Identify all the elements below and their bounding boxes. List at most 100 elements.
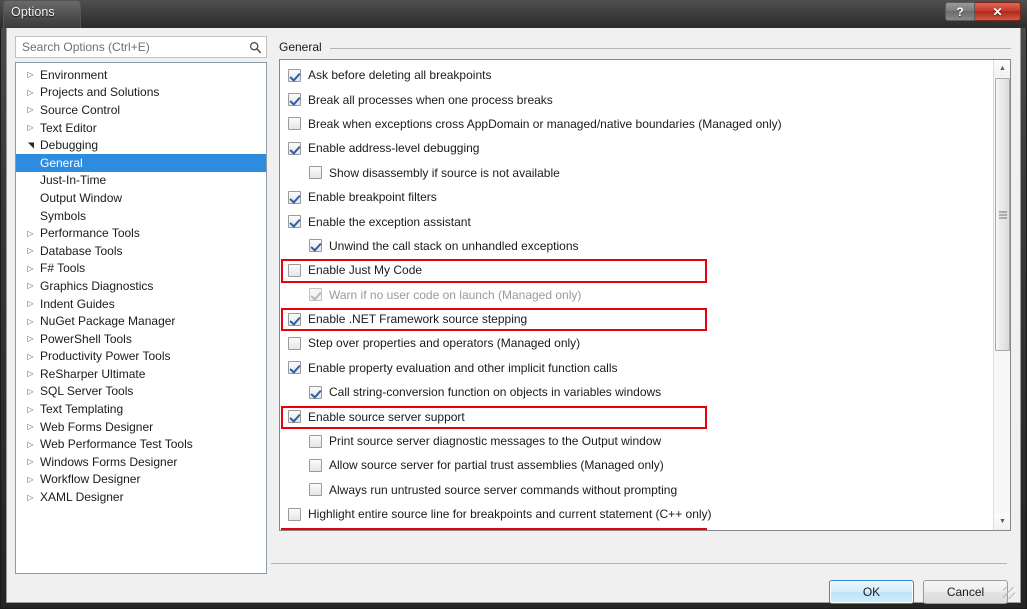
option-row[interactable]: Enable address-level debugging (280, 136, 992, 160)
resize-grip-icon[interactable] (1003, 587, 1015, 599)
tree-expander-collapsed-icon[interactable]: ▷ (24, 352, 37, 361)
sidebar-item-workflow-designer[interactable]: ▷ Workflow Designer (16, 471, 266, 489)
sidebar-item-nuget-package-manager[interactable]: ▷ NuGet Package Manager (16, 312, 266, 330)
option-row[interactable]: Allow source server for partial trust as… (280, 453, 992, 477)
sidebar-item-productivity-power-tools[interactable]: ▷ Productivity Power Tools (16, 348, 266, 366)
sidebar-item-environment[interactable]: ▷ Environment (16, 66, 266, 84)
options-category-tree[interactable]: ▷ Environment ▷ Projects and Solutions ▷ Sour… (15, 62, 267, 574)
option-row[interactable]: Highlight entire source line for breakpo… (280, 502, 992, 526)
checkbox-unchecked-icon[interactable] (309, 434, 322, 448)
checkbox-unchecked-icon[interactable] (309, 483, 322, 497)
tree-expander-expanded-icon[interactable]: ◢ (26, 139, 35, 152)
sidebar-item-powershell-tools[interactable]: ▷ PowerShell Tools (16, 330, 266, 348)
tree-expander-collapsed-icon[interactable]: ▷ (24, 88, 37, 97)
tree-expander-collapsed-icon[interactable]: ▷ (24, 299, 37, 308)
sidebar-item-database-tools[interactable]: ▷ Database Tools (16, 242, 266, 260)
sidebar-item-graphics-diagnostics[interactable]: ▷ Graphics Diagnostics (16, 277, 266, 295)
sidebar-item-indent-guides[interactable]: ▷ Indent Guides (16, 295, 266, 313)
tree-expander-collapsed-icon[interactable]: ▷ (24, 317, 37, 326)
checkbox-checked-icon[interactable] (288, 312, 301, 326)
tree-expander-collapsed-icon[interactable]: ▷ (24, 70, 37, 79)
search-input[interactable]: Search Options (Ctrl+E) (16, 40, 244, 54)
sidebar-item-text-editor[interactable]: ▷ Text Editor (16, 119, 266, 137)
checkbox-unchecked-icon[interactable] (309, 458, 322, 472)
checkbox-checked-icon[interactable] (288, 190, 301, 204)
sidebar-item-projects-and-solutions[interactable]: ▷ Projects and Solutions (16, 84, 266, 102)
sidebar-item-source-control[interactable]: ▷ Source Control (16, 101, 266, 119)
checkbox-checked-icon[interactable] (288, 93, 301, 107)
checkbox-unchecked-icon[interactable] (288, 336, 301, 350)
sidebar-item-just-in-time[interactable]: Just-In-Time (16, 172, 266, 190)
checkbox-checked-icon[interactable] (288, 361, 301, 375)
option-row[interactable]: Enable .NET Framework source stepping (280, 307, 992, 331)
option-row[interactable]: Enable property evaluation and other imp… (280, 356, 992, 380)
tree-expander-collapsed-icon[interactable]: ▷ (24, 229, 37, 238)
options-checkbox-list[interactable]: Ask before deleting all breakpoints Break… (279, 59, 1011, 531)
sidebar-item-performance-tools[interactable]: ▷ Performance Tools (16, 224, 266, 242)
tree-expander-collapsed-icon[interactable]: ▷ (24, 387, 37, 396)
tree-expander-collapsed-icon[interactable]: ▷ (24, 369, 37, 378)
search-options-box[interactable]: Search Options (Ctrl+E) (15, 36, 267, 58)
sidebar-item-web-performance-test-tools[interactable]: ▷ Web Performance Test Tools (16, 435, 266, 453)
option-row[interactable]: Break all processes when one process bre… (280, 87, 992, 111)
tree-expander-collapsed-icon[interactable]: ▷ (24, 334, 37, 343)
tree-expander-collapsed-icon[interactable]: ▷ (24, 457, 37, 466)
help-icon[interactable]: ? (945, 2, 975, 21)
sidebar-item-sql-server-tools[interactable]: ▷ SQL Server Tools (16, 383, 266, 401)
sidebar-item-windows-forms-designer[interactable]: ▷ Windows Forms Designer (16, 453, 266, 471)
option-row[interactable]: Require source files to exactly match th… (280, 526, 992, 530)
tree-expander-collapsed-icon[interactable]: ▷ (24, 493, 37, 502)
option-row[interactable]: Enable the exception assistant (280, 209, 992, 233)
scroll-up-arrow-icon[interactable]: ▲ (994, 60, 1010, 77)
ok-button[interactable]: OK (829, 580, 914, 604)
tree-expander-collapsed-icon[interactable]: ▷ (24, 440, 37, 449)
option-row[interactable]: Ask before deleting all breakpoints (280, 63, 992, 87)
option-row[interactable]: Enable breakpoint filters (280, 185, 992, 209)
checkbox-checked-icon[interactable] (288, 215, 301, 229)
checkbox-unchecked-icon[interactable] (288, 117, 301, 131)
option-row[interactable]: Break when exceptions cross AppDomain or… (280, 112, 992, 136)
close-icon[interactable]: ✕ (975, 2, 1021, 21)
checkbox-unchecked-icon[interactable] (288, 263, 301, 277)
tree-expander-collapsed-icon[interactable]: ▷ (24, 422, 37, 431)
option-row[interactable]: Always run untrusted source server comma… (280, 478, 992, 502)
sidebar-item-symbols[interactable]: Symbols (16, 207, 266, 225)
tree-expander-collapsed-icon[interactable]: ▷ (24, 264, 37, 273)
search-icon[interactable] (244, 37, 266, 57)
title-bar[interactable]: Options ? ✕ (0, 0, 1027, 28)
sidebar-item-xaml-designer[interactable]: ▷ XAML Designer (16, 488, 266, 506)
option-row[interactable]: Call string-conversion function on objec… (280, 380, 992, 404)
tree-expander-collapsed-icon[interactable]: ▷ (24, 405, 37, 414)
vertical-scrollbar[interactable]: ▲ ▼ (993, 60, 1010, 530)
sidebar-item-web-forms-designer[interactable]: ▷ Web Forms Designer (16, 418, 266, 436)
tree-expander-collapsed-icon[interactable]: ▷ (24, 123, 37, 132)
checkbox-checked-icon[interactable] (288, 410, 301, 424)
option-row[interactable]: Enable source server support (280, 404, 992, 428)
option-row[interactable]: Step over properties and operators (Mana… (280, 331, 992, 355)
tree-expander-collapsed-icon[interactable]: ▷ (24, 246, 37, 255)
option-label: Enable source server support (308, 409, 465, 424)
sidebar-item-label: Web Performance Test Tools (40, 437, 193, 452)
option-row[interactable]: Show disassembly if source is not availa… (280, 161, 992, 185)
cancel-button[interactable]: Cancel (923, 580, 1008, 604)
sidebar-item-output-window[interactable]: Output Window (16, 189, 266, 207)
sidebar-item-resharper-ultimate[interactable]: ▷ ReSharper Ultimate (16, 365, 266, 383)
checkbox-unchecked-icon[interactable] (309, 166, 322, 180)
sidebar-item-debugging[interactable]: ◢ Debugging (16, 136, 266, 154)
option-row[interactable]: Print source server diagnostic messages … (280, 429, 992, 453)
scroll-down-arrow-icon[interactable]: ▼ (994, 513, 1010, 530)
sidebar-item-general[interactable]: General (16, 153, 266, 172)
option-row[interactable]: Unwind the call stack on unhandled excep… (280, 234, 992, 258)
tree-expander-collapsed-icon[interactable]: ▷ (24, 475, 37, 484)
checkbox-checked-icon[interactable] (309, 239, 322, 253)
sidebar-item-text-templating[interactable]: ▷ Text Templating (16, 400, 266, 418)
tree-expander-collapsed-icon[interactable]: ▷ (24, 281, 37, 290)
option-row[interactable]: Enable Just My Code (280, 258, 992, 282)
scrollbar-thumb[interactable] (995, 78, 1010, 351)
checkbox-checked-icon[interactable] (288, 68, 301, 82)
checkbox-checked-icon[interactable] (288, 141, 301, 155)
checkbox-unchecked-icon[interactable] (288, 507, 301, 521)
checkbox-checked-icon[interactable] (309, 385, 322, 399)
sidebar-item-f-tools[interactable]: ▷ F# Tools (16, 260, 266, 278)
tree-expander-collapsed-icon[interactable]: ▷ (24, 105, 37, 114)
